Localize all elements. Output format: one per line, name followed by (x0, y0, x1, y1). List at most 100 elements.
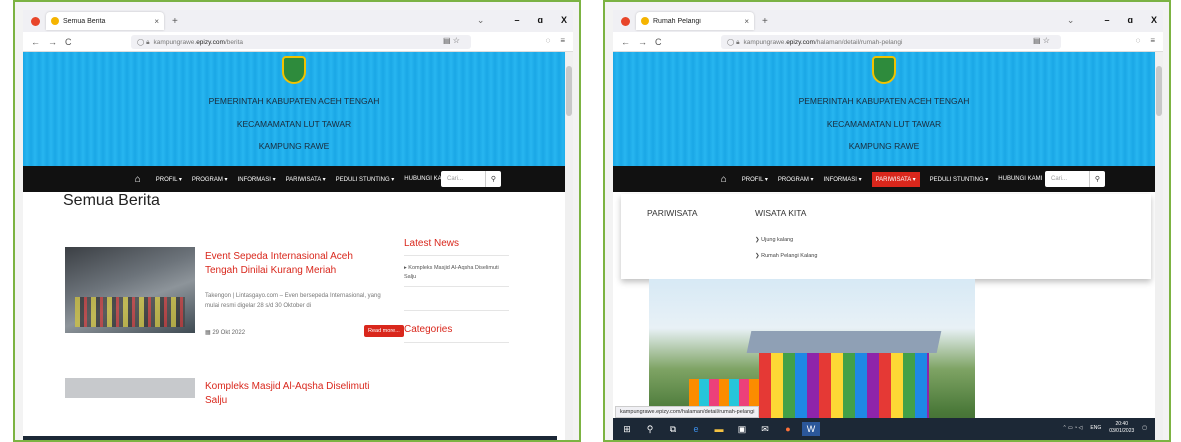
firefox-taskbar-icon[interactable]: ● (779, 422, 797, 436)
tab-close-icon[interactable]: × (744, 17, 749, 26)
banner-line-1: PEMERINTAH KABUPATEN ACEH TENGAH (798, 96, 970, 106)
menu-icon[interactable]: ≡ (1150, 36, 1155, 45)
screenshot-rumah-pelangi: Rumah Pelangi × + ⌄ – ɑ X ← → C ◯ 🔒︎ kam… (603, 0, 1171, 442)
dropdown-heading: PARIWISATA (647, 208, 698, 218)
menu-pariwisata[interactable]: PARIWISATA ▾ (286, 176, 326, 183)
store-icon[interactable]: ▣ (733, 422, 751, 436)
scrollbar-thumb[interactable] (566, 66, 572, 116)
window-controls: ⌄ – ɑ X (477, 15, 567, 26)
banner-line-2: KECAMAMATAN LUT TAWAR (826, 119, 942, 129)
home-icon[interactable]: ⌂ (721, 174, 727, 185)
post-thumbnail-masjid[interactable] (65, 378, 195, 398)
shield-icon: ◯ 🔒︎ (137, 38, 150, 46)
sidebar-divider-2 (404, 310, 509, 311)
dropdown-item-ujung-kalang[interactable]: ❯ Ujung kalang (755, 237, 793, 243)
maximize-button[interactable]: ɑ (537, 15, 543, 26)
site-favicon-icon (51, 17, 59, 25)
page-content: PEMERINTAH KABUPATEN ACEH TENGAH KECAMAM… (23, 52, 565, 440)
dropdown-item-rumah-pelangi[interactable]: ❯ Rumah Pelangi Kalang (755, 253, 817, 259)
url-prefix: kampungrawe. (153, 38, 197, 46)
latest-news-item[interactable]: ▸ Kompleks Masjid Al-Aqsha Diselimuti Sa… (404, 264, 509, 287)
post-thumbnail-cycling[interactable] (65, 247, 195, 333)
menu-informasi[interactable]: INFORMASI ▾ (238, 176, 276, 183)
url-path: /halaman/detail/rumah-pelangi (814, 38, 903, 46)
tab-list-chevron-icon[interactable]: ⌄ (477, 15, 485, 26)
sidebar-divider (404, 255, 509, 256)
back-icon[interactable]: ← (621, 37, 630, 47)
search-icon[interactable]: ⚲ (1089, 171, 1105, 187)
search-taskbar-icon[interactable]: ⚲ (641, 422, 659, 436)
page-scrollbar[interactable] (1155, 52, 1163, 440)
menu-program[interactable]: PROGRAM ▾ (778, 176, 814, 183)
reload-icon[interactable]: C (65, 37, 72, 47)
edge-icon[interactable]: e (687, 422, 705, 436)
shield-icon: ◯ 🔒︎ (727, 38, 740, 46)
minimize-button[interactable]: – (1104, 15, 1109, 26)
tab-semua-berita[interactable]: Semua Berita × (46, 12, 164, 30)
tab-list-chevron-icon[interactable]: ⌄ (1067, 15, 1075, 26)
search-placeholder: Cari... (447, 176, 464, 182)
windows-start-icon[interactable]: ⊞ (618, 422, 636, 436)
bookmark-star-icon[interactable]: ▤ ☆ (1033, 36, 1050, 45)
menu-program[interactable]: PROGRAM ▾ (192, 176, 228, 183)
regency-logo-icon (872, 56, 896, 84)
url-path: /berita (224, 38, 244, 46)
menu-profil[interactable]: PROFIL ▾ (156, 176, 182, 183)
menu-informasi[interactable]: INFORMASI ▾ (824, 176, 862, 183)
search-input[interactable]: Cari... ⚲ (441, 171, 501, 187)
banner-line-1: PEMERINTAH KABUPATEN ACEH TENGAH (208, 96, 380, 106)
pocket-icon[interactable]: ◌ (546, 36, 551, 45)
tray-icons[interactable]: ⌃ ▭ ◔ ◁ (1062, 425, 1082, 431)
window-controls: ⌄ – ɑ X (1067, 15, 1157, 26)
home-icon[interactable]: ⌂ (135, 174, 141, 185)
menu-peduli-stunting[interactable]: PEDULI STUNTING ▾ (336, 176, 395, 183)
menu-peduli-stunting[interactable]: PEDULI STUNTING ▾ (930, 176, 989, 183)
url-prefix: kampungrawe. (743, 38, 787, 46)
tab-rumah-pelangi[interactable]: Rumah Pelangi × (636, 12, 754, 30)
scrollbar-thumb[interactable] (1156, 66, 1162, 116)
windows-taskbar: ⊞ ⚲ ⧉ e ▬ ▣ ✉ ● W ⌃ ▭ ◔ ◁ ENG 20:40 03/0… (613, 418, 1155, 440)
task-view-icon[interactable]: ⧉ (664, 422, 682, 436)
post-title-link-2[interactable]: Kompleks Masjid Al-Aqsha Diselimuti Salj… (205, 380, 385, 407)
new-tab-button[interactable]: + (172, 16, 178, 27)
reload-icon[interactable]: C (655, 37, 662, 47)
menu-hubungi-kami[interactable]: HUBUNGI KAMI (998, 176, 1042, 182)
house-shape (759, 349, 929, 423)
clock[interactable]: 20:40 03/01/2023 (1109, 421, 1134, 434)
new-tab-button[interactable]: + (762, 16, 768, 27)
banner-line-3: KAMPUNG RAWE (848, 141, 920, 151)
read-more-button[interactable]: Read more... (364, 325, 404, 337)
maximize-button[interactable]: ɑ (1127, 15, 1133, 26)
close-button[interactable]: X (1151, 15, 1157, 26)
search-input[interactable]: Cari... ⚲ (1045, 171, 1105, 187)
back-icon[interactable]: ← (31, 37, 40, 47)
mail-icon[interactable]: ✉ (756, 422, 774, 436)
close-button[interactable]: X (561, 15, 567, 26)
site-banner: PEMERINTAH KABUPATEN ACEH TENGAH KECAMAM… (613, 52, 1155, 166)
word-icon[interactable]: W (802, 422, 820, 436)
banner-line-2: KECAMAMATAN LUT TAWAR (236, 119, 352, 129)
pocket-icon[interactable]: ◌ (1136, 36, 1141, 45)
tab-title: Rumah Pelangi (653, 17, 701, 25)
page-scrollbar[interactable] (565, 52, 573, 440)
latest-news-heading: Latest News (404, 238, 460, 249)
notification-icon[interactable]: ▢ (1142, 425, 1147, 431)
browser-window: Rumah Pelangi × + ⌄ – ɑ X ← → C ◯ 🔒︎ kam… (613, 10, 1163, 440)
menu-icon[interactable]: ≡ (560, 36, 565, 45)
forward-icon[interactable]: → (638, 37, 647, 47)
search-icon[interactable]: ⚲ (485, 171, 501, 187)
minimize-button[interactable]: – (514, 15, 519, 26)
main-menu: ⌂ PROFIL ▾ PROGRAM ▾ INFORMASI ▾ PARIWIS… (23, 166, 565, 192)
menu-pariwisata[interactable]: PARIWISATA ▾ (871, 171, 920, 187)
language-indicator[interactable]: ENG (1090, 425, 1101, 431)
post-title-link[interactable]: Event Sepeda Internasional Aceh Tengah D… (205, 250, 385, 277)
bookmark-star-icon[interactable]: ▤ ☆ (443, 36, 460, 45)
url-bar[interactable]: ◯ 🔒︎ kampungrawe. epizy.com/halaman/detai… (721, 35, 1061, 49)
tab-close-icon[interactable]: × (154, 17, 159, 26)
forward-icon[interactable]: → (48, 37, 57, 47)
menu-profil[interactable]: PROFIL ▾ (742, 176, 768, 183)
url-bar[interactable]: ◯ 🔒︎ kampungrawe. epizy.com/berita (131, 35, 471, 49)
banner-line-3: KAMPUNG RAWE (258, 141, 330, 151)
nav-bar: ← → C ◯ 🔒︎ kampungrawe. epizy.com/berita … (23, 32, 573, 52)
file-explorer-icon[interactable]: ▬ (710, 422, 728, 436)
